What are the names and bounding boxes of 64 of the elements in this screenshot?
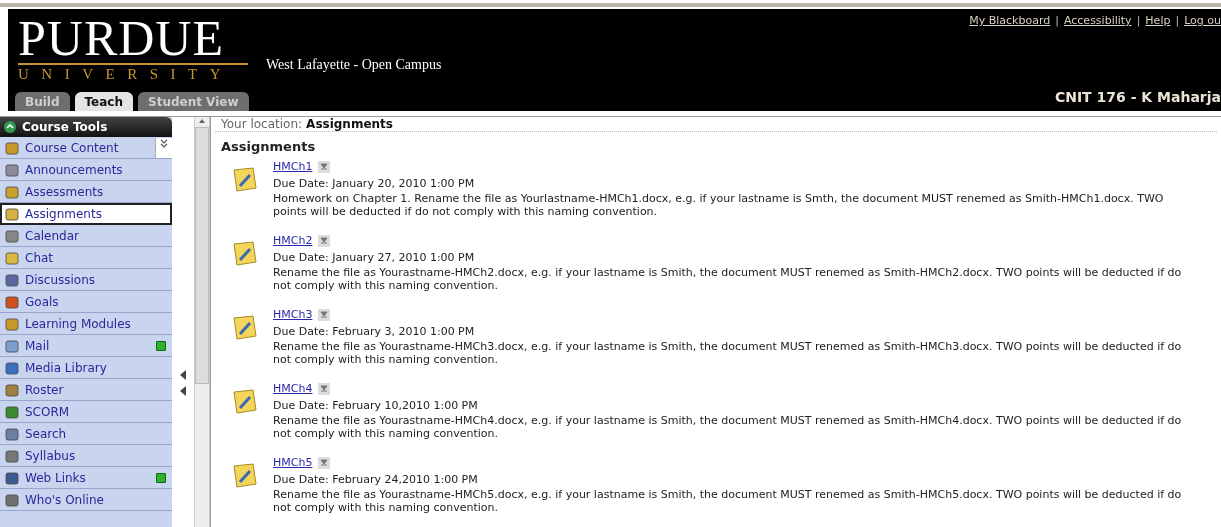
due-date: Due Date: February 10,2010 1:00 PM — [273, 398, 479, 414]
assignment-icon — [231, 240, 259, 268]
menu-title: Course Tools — [22, 120, 108, 134]
assignment-icon — [231, 166, 259, 194]
tool-icon — [5, 184, 19, 199]
tool-icon — [5, 206, 19, 221]
tool-icon — [5, 448, 19, 463]
scrollbar[interactable] — [194, 117, 210, 527]
header-link[interactable]: My Blackboard — [969, 14, 1051, 27]
tool-icon — [5, 316, 19, 331]
tool-icon — [5, 294, 19, 309]
menu-item[interactable]: Assignments — [0, 203, 172, 225]
link-separator: | — [1055, 14, 1059, 27]
assignment-icon — [231, 462, 259, 490]
location-label: Your location: — [221, 117, 303, 131]
tab[interactable]: Teach — [74, 92, 133, 111]
location-value: Assignments — [306, 117, 393, 131]
university-logo-subtitle: UNIVERSITY — [18, 63, 248, 84]
tool-icon — [5, 228, 19, 243]
options-icon[interactable] — [318, 456, 331, 469]
assignment-description: Rename the file as Yourastname-HMCh5.docx, e.g. if your lastname is Smith, the document MUST renemed as Smith-HMCh5.docx. TWO points will be deducted if do not comply with this naming convention. — [273, 488, 1183, 514]
assignment-description: Rename the file as Yourastname-HMCh3.docx, e.g. if your lastname is Smith, the document MUST renemed as Smith-HMCh3.docx. TWO points will be deducted if do not comply with this naming convention. — [273, 340, 1183, 366]
assignment-link[interactable]: HMCh4 — [273, 382, 313, 395]
assignment-icon — [231, 388, 259, 416]
collapse-icon[interactable] — [4, 121, 16, 133]
page-heading: Assignments — [221, 139, 317, 154]
assignment-link[interactable]: HMCh5 — [273, 456, 313, 469]
tool-icon — [5, 470, 19, 485]
scroll-up-icon[interactable] — [198, 117, 206, 125]
due-date: Due Date: January 27, 2010 1:00 PM — [273, 250, 476, 266]
tool-icon — [5, 382, 19, 397]
tool-icon — [5, 272, 19, 287]
assignment-description: Rename the file as Yourastname-HMCh4.docx, e.g. if your lastname is Smith, the document MUST renemed as Smith-HMCh4.docx. TWO points will be deducted if do not comply with this naming convention. — [273, 414, 1183, 440]
link-separator: | — [1136, 14, 1141, 27]
options-icon[interactable] — [318, 160, 331, 173]
course-title: CNIT 176 - K Maharja — [1054, 89, 1221, 105]
assignment-link[interactable]: HMCh3 — [273, 308, 313, 321]
campus-name: West Lafayette - Open Campus — [266, 57, 442, 74]
tool-icon — [5, 404, 19, 419]
due-date: Due Date: February 24,2010 1:00 PM — [273, 472, 479, 488]
tool-icon — [5, 360, 19, 375]
tool-icon — [5, 140, 19, 155]
assignment-link[interactable]: HMCh1 — [273, 160, 313, 173]
university-logo-title: PURDUE — [18, 15, 226, 61]
options-icon[interactable] — [318, 234, 331, 247]
due-date: Due Date: February 3, 2010 1:00 PM — [273, 324, 476, 340]
options-icon[interactable] — [318, 382, 331, 395]
tool-icon — [5, 162, 19, 177]
assignment-description: Rename the file as Yourastname-HMCh2.docx, e.g. if your lastname is Smith, the document MUST renemed as Smith-HMCh2.docx. TWO points will be deducted if do not comply with this naming convention. — [273, 266, 1183, 292]
header-link[interactable]: Log ou — [1184, 14, 1221, 27]
assignment-link[interactable]: HMCh2 — [273, 234, 313, 247]
header-link[interactable]: Help — [1145, 14, 1171, 27]
assignment-description: Homework on Chapter 1. Rename the file as Yourlastname-HMCh1.docx, e.g. if your lastname is Smth, the document MUST renemed as Smith-HMCh1.docx. TWO points will be deducted if do not comply with this naming convention. — [273, 192, 1165, 218]
menu-item[interactable]: Course Content — [0, 137, 172, 159]
expand-icon[interactable] — [155, 137, 172, 158]
assignment-icon — [231, 314, 259, 342]
options-icon[interactable] — [318, 308, 331, 321]
due-date: Due Date: January 20, 2010 1:00 PM — [273, 176, 476, 192]
tool-icon — [5, 426, 19, 441]
tool-icon — [5, 338, 19, 353]
tool-icon — [5, 250, 19, 265]
header-link[interactable]: Accessibility — [1063, 14, 1132, 27]
link-separator: | — [1175, 14, 1180, 27]
tool-icon — [5, 492, 19, 507]
